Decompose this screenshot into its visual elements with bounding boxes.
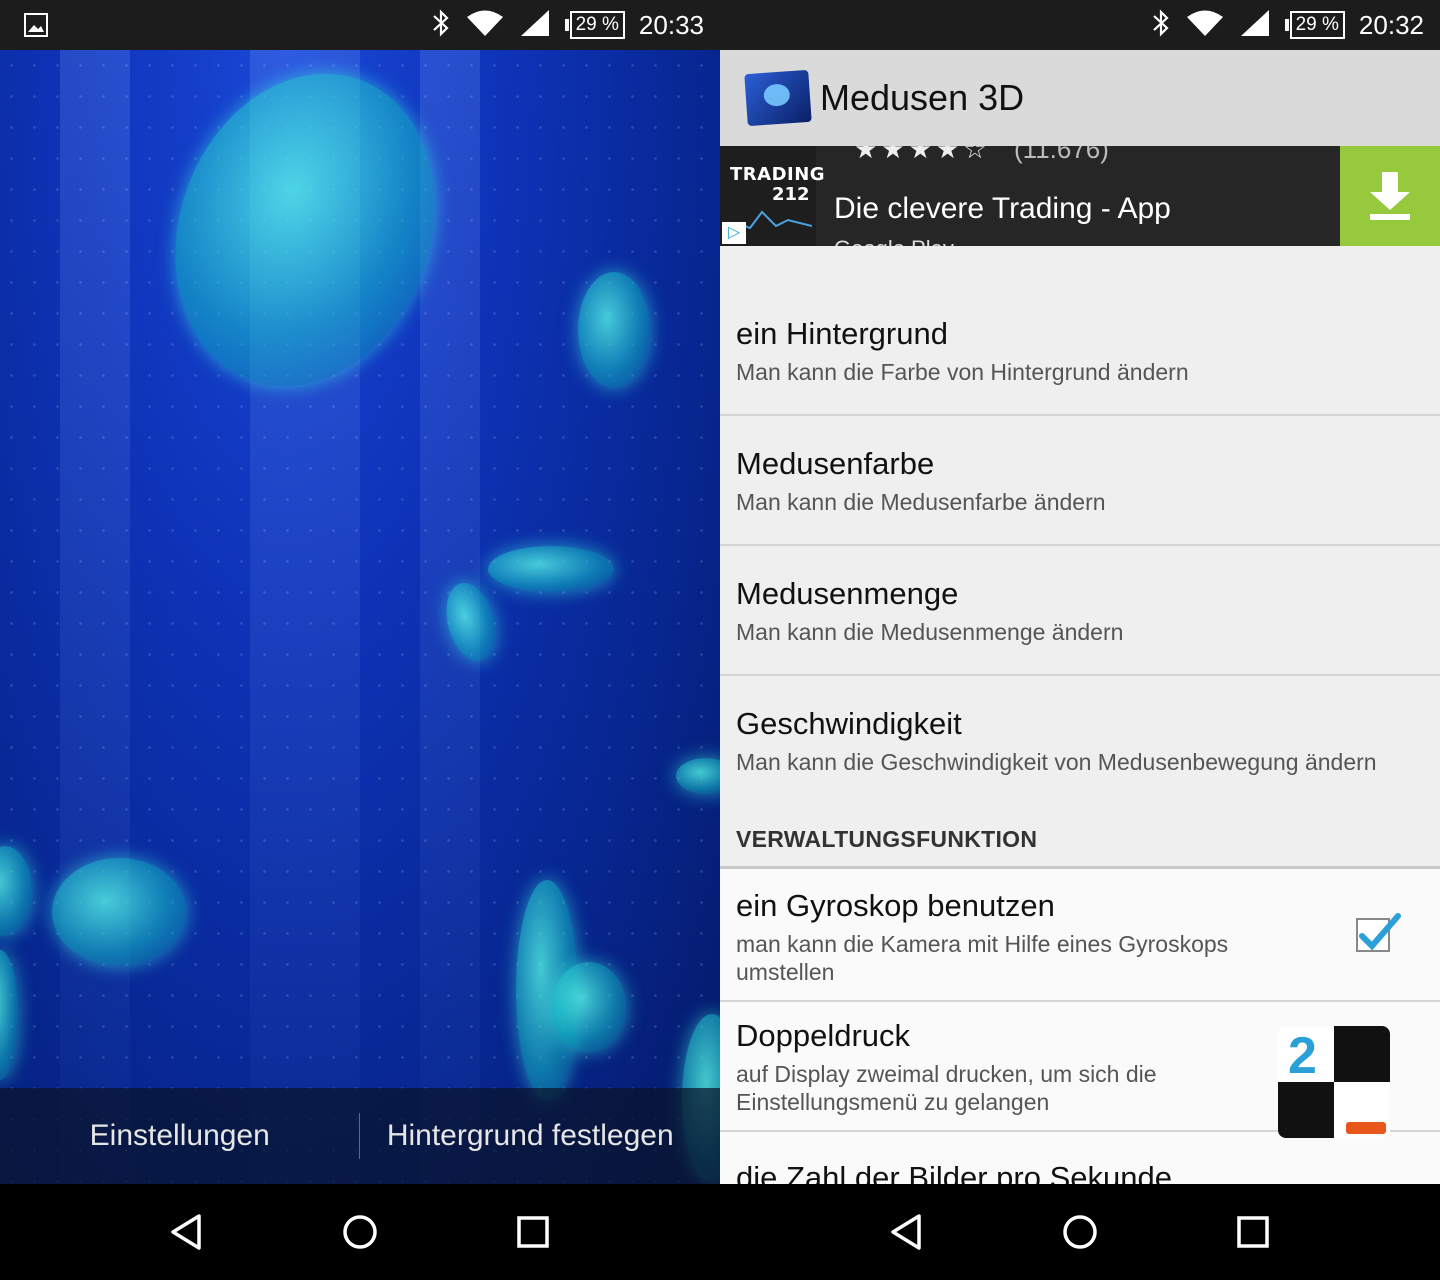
ad-download-button[interactable]	[1340, 146, 1440, 246]
pref-summary: Man kann die Geschwindigkeit von Medusen…	[736, 749, 1377, 775]
jellyfish	[488, 546, 614, 592]
wallpaper-action-bar: Einstellungen Hintergrund festlegen	[0, 1088, 720, 1184]
category-header: VERWALTUNGSFUNKTION	[736, 826, 1038, 852]
adchoices-icon[interactable]: ▷	[722, 222, 746, 244]
bluetooth-icon	[1151, 8, 1171, 43]
navigation-bar	[720, 1184, 1440, 1280]
set-wallpaper-button[interactable]: Hintergrund festlegen	[360, 1119, 720, 1153]
settings-button[interactable]: Einstellungen	[0, 1119, 359, 1153]
back-icon	[170, 1214, 201, 1250]
divider	[720, 1000, 1440, 1002]
home-button[interactable]	[1050, 1202, 1110, 1262]
wifi-icon	[1185, 8, 1225, 43]
battery-percent: 29 %	[1289, 11, 1345, 39]
app-title: Medusen 3D	[820, 77, 1025, 118]
signal-icon	[1239, 8, 1271, 43]
status-bar: 29 % 20:33	[0, 0, 720, 50]
jellyfish	[552, 962, 626, 1052]
status-bar: 29 % 20:32	[720, 0, 1440, 50]
navigation-bar	[0, 1184, 720, 1280]
home-icon	[1063, 1215, 1097, 1249]
pref-summary: Man kann die Farbe von Hintergrund änder…	[736, 359, 1189, 385]
pref-gyroscope[interactable]: ein Gyroskop benutzen man kann die Kamer…	[720, 888, 1440, 986]
app-icon	[744, 69, 812, 127]
rating-count: (11.676)	[1014, 146, 1109, 164]
pref-jellyfish-color[interactable]: Medusenfarbe Man kann die Medusenfarbe ä…	[720, 446, 1440, 516]
jellyfish	[578, 272, 650, 388]
recents-icon	[517, 1216, 550, 1248]
ad-headline: Die clevere Trading - App	[834, 192, 1171, 225]
gyroscope-checkbox[interactable]	[1356, 913, 1401, 952]
pref-title: Doppeldruck	[736, 1018, 911, 1053]
divider	[720, 544, 1440, 546]
pref-jellyfish-amount[interactable]: Medusenmenge Man kann die Medusenmenge ä…	[720, 576, 1440, 646]
back-icon	[890, 1214, 921, 1250]
pref-summary: man kann die Kamera mit Hilfe eines Gyro…	[736, 931, 1229, 985]
battery-icon	[1284, 19, 1289, 31]
jellyfish-wallpaper[interactable]	[0, 50, 720, 1184]
pref-title: ein Gyroskop benutzen	[736, 888, 1055, 923]
pref-background[interactable]: ein Hintergrund Man kann die Farbe von H…	[720, 316, 1440, 386]
pref-speed[interactable]: Geschwindigkeit Man kann die Geschwindig…	[720, 706, 1440, 776]
action-bar: Medusen 3D	[720, 50, 1440, 146]
jellyfish	[52, 858, 186, 966]
promo-badge: 2	[1288, 1027, 1317, 1085]
pref-summary: Man kann die Medusenmenge ändern	[736, 619, 1124, 645]
battery-percent: 29 %	[569, 11, 625, 39]
pref-title: Geschwindigkeit	[736, 706, 962, 741]
battery-icon	[564, 19, 569, 31]
status-time: 20:33	[638, 9, 704, 40]
gallery-notification-icon	[24, 13, 48, 42]
promo-logo-icon	[1346, 1122, 1386, 1134]
recents-icon	[1237, 1216, 1270, 1248]
battery-indicator: 29 %	[1284, 11, 1345, 39]
back-button[interactable]	[157, 1202, 217, 1262]
settings-screen: 29 % 20:32 Medusen 3D TRADING 212 ▷ ★★★★…	[720, 0, 1440, 1280]
pref-summary: Man kann die Medusenfarbe ändern	[736, 489, 1106, 515]
home-icon	[343, 1215, 377, 1249]
ad-logo-line1: TRADING	[730, 164, 826, 185]
promo-app-icon[interactable]: 2	[1278, 1026, 1390, 1138]
wifi-icon	[465, 8, 505, 43]
recents-button[interactable]	[1223, 1202, 1283, 1262]
back-button[interactable]	[877, 1202, 937, 1262]
recents-button[interactable]	[503, 1202, 563, 1262]
download-icon	[1370, 172, 1410, 220]
ad-store-label: Google Play	[834, 236, 954, 246]
divider	[720, 674, 1440, 676]
battery-indicator: 29 %	[564, 11, 625, 39]
pref-summary: auf Display zweimal drucken, um sich die…	[736, 1061, 1157, 1115]
rating-stars-icon: ★★★★☆	[854, 146, 991, 164]
status-time: 20:32	[1358, 9, 1424, 40]
pref-title: ein Hintergrund	[736, 316, 948, 351]
pref-title: Medusenfarbe	[736, 446, 935, 481]
ad-banner[interactable]: TRADING 212 ▷ ★★★★☆ (11.676) Die clevere…	[720, 146, 1440, 246]
home-button[interactable]	[330, 1202, 390, 1262]
signal-icon	[519, 8, 551, 43]
checkmark-icon	[1359, 913, 1401, 951]
bluetooth-icon	[431, 8, 451, 43]
wallpaper-preview-screen: 29 % 20:33 Einstellungen Hintergrund fes…	[0, 0, 720, 1280]
ad-logo-line2: 212	[772, 184, 810, 205]
pref-title: Medusenmenge	[736, 576, 959, 611]
divider	[720, 414, 1440, 416]
